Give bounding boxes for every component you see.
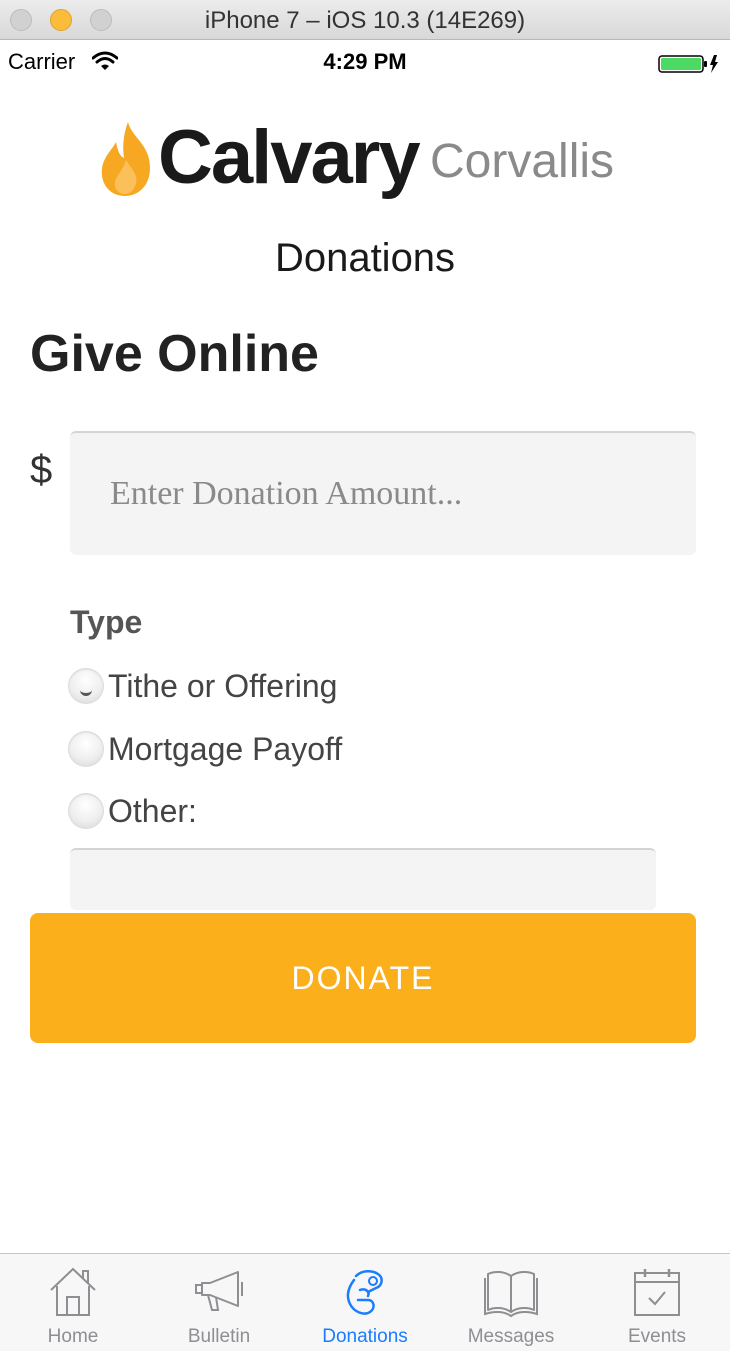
tab-bulletin[interactable]: Bulletin xyxy=(146,1254,292,1351)
radio-label-tithe: Tithe or Offering xyxy=(108,667,338,704)
logo-wordmark-main: Calvary xyxy=(158,115,421,200)
megaphone-icon xyxy=(195,1271,243,1311)
book-icon xyxy=(484,1270,538,1318)
tab-messages[interactable]: Messages xyxy=(438,1254,584,1351)
calendar-icon xyxy=(634,1269,680,1316)
flame-icon xyxy=(101,122,150,196)
donation-hand-icon xyxy=(346,1270,383,1315)
tab-bar: Home Bulletin Donations Messages Events xyxy=(0,1253,730,1351)
logo-wordmark-sub: Corvallis xyxy=(430,135,615,188)
simulator-titlebar: iPhone 7 – iOS 10.3 (14E269) xyxy=(0,0,730,40)
radio-label-other: Other: xyxy=(108,792,197,829)
tab-donations[interactable]: Donations xyxy=(292,1254,438,1351)
radio-option-tithe[interactable]: Tithe or Offering xyxy=(68,664,337,708)
tab-home[interactable]: Home xyxy=(0,1254,146,1351)
type-label: Type xyxy=(70,604,143,640)
tab-label: Home xyxy=(47,1326,99,1347)
radio-option-mortgage[interactable]: Mortgage Payoff xyxy=(68,727,342,771)
radio-button[interactable] xyxy=(68,731,104,767)
tab-events[interactable]: Events xyxy=(584,1254,730,1351)
currency-symbol: $ xyxy=(30,448,53,492)
window-title: iPhone 7 – iOS 10.3 (14E269) xyxy=(204,7,526,34)
other-type-input[interactable] xyxy=(70,848,656,910)
radio-option-other[interactable]: Other: xyxy=(68,789,197,833)
tab-label: Donations xyxy=(322,1326,408,1347)
radio-button[interactable] xyxy=(68,793,104,829)
page-title: Donations xyxy=(274,236,456,280)
donate-button[interactable]: DONATE xyxy=(30,913,696,1043)
donation-amount-input[interactable] xyxy=(70,431,696,555)
radio-label-mortgage: Mortgage Payoff xyxy=(108,730,343,767)
tab-label: Events xyxy=(627,1326,687,1347)
status-time: 4:29 PM xyxy=(323,49,407,74)
home-icon xyxy=(50,1267,96,1316)
give-online-heading: Give Online xyxy=(30,325,319,383)
status-bar: Carrier 4:29 PM xyxy=(0,40,730,84)
battery-icon xyxy=(658,55,718,73)
tab-label: Bulletin xyxy=(187,1326,251,1347)
tab-label: Messages xyxy=(467,1326,555,1347)
radio-button-selected[interactable] xyxy=(68,668,104,704)
calvary-logo: Calvary Corvallis xyxy=(98,112,638,212)
